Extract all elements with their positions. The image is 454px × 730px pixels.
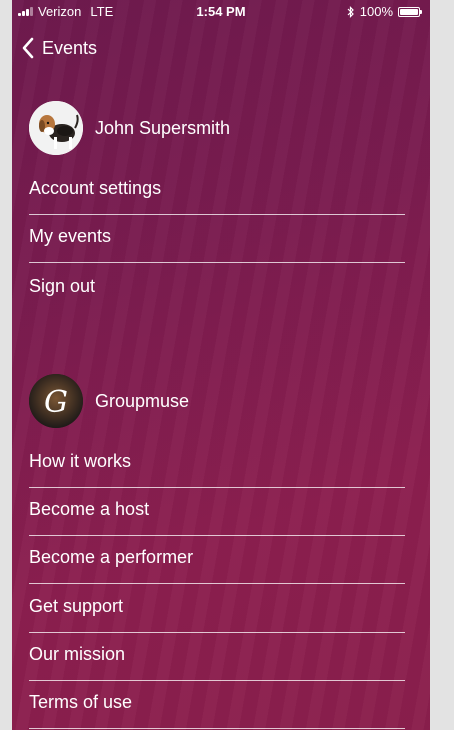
beagle-photo — [29, 101, 83, 155]
menu-item-our-mission[interactable]: Our mission — [29, 633, 405, 681]
menu-item-label: How it works — [29, 451, 132, 471]
org-logo: G — [29, 374, 83, 428]
menu-item-terms-of-use[interactable]: Terms of use — [29, 681, 405, 729]
user-profile-row[interactable]: John Supersmith — [29, 101, 230, 155]
menu-item-label: My events — [29, 226, 112, 246]
status-bar: Verizon LTE 1:54 PM 100% — [12, 0, 430, 24]
menu-item-label: Our mission — [29, 644, 126, 664]
menu-item-become-a-host[interactable]: Become a host — [29, 488, 405, 536]
menu-item-label: Become a performer — [29, 547, 194, 567]
user-avatar — [29, 101, 83, 155]
battery-percent: 100% — [359, 4, 393, 19]
bluetooth-icon — [347, 5, 354, 18]
menu-item-label: Sign out — [29, 275, 96, 296]
user-name: John Supersmith — [95, 117, 231, 138]
org-profile-row[interactable]: G Groupmuse — [29, 374, 189, 428]
status-right: 100% — [347, 4, 422, 19]
menu-item-how-it-works[interactable]: How it works — [29, 440, 405, 488]
menu-item-label: Get support — [29, 596, 124, 616]
logo-letter: G — [44, 385, 68, 420]
menu-item-label: Become a host — [29, 499, 150, 519]
groupmuse-logo: G — [29, 374, 83, 428]
chevron-left-icon — [22, 37, 34, 59]
battery-icon — [398, 6, 422, 17]
menu-item-sign-out[interactable]: Sign out — [29, 264, 405, 312]
menu-item-become-a-performer[interactable]: Become a performer — [29, 536, 405, 584]
menu-item-label: Terms of use — [29, 692, 133, 712]
back-label: Events — [42, 37, 98, 58]
app-screen: Verizon LTE 1:54 PM 100% Events John Sup… — [12, 0, 430, 730]
menu-item-label: Account settings — [29, 178, 162, 198]
menu-item-account-settings[interactable]: Account settings — [29, 167, 405, 215]
org-name: Groupmuse — [95, 390, 190, 411]
menu-item-get-support[interactable]: Get support — [29, 585, 405, 633]
menu-item-my-events[interactable]: My events — [29, 215, 405, 263]
back-button[interactable]: Events — [22, 34, 97, 62]
